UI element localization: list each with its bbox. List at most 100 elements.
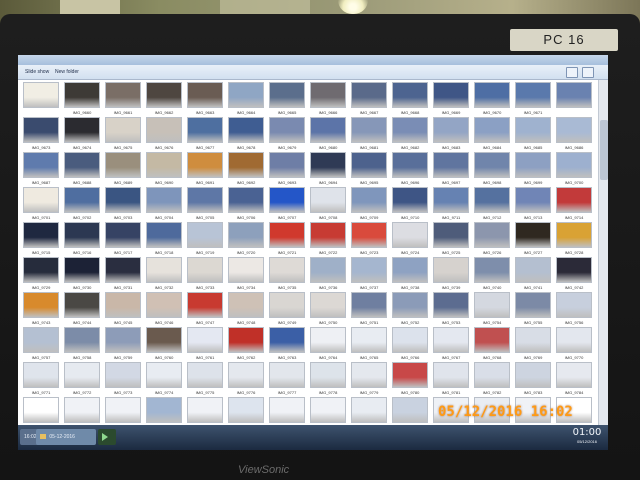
photo-thumbnail[interactable]: IMG_9729 — [21, 257, 61, 293]
taskbar-item-folder[interactable]: 05-12-2016 — [36, 429, 96, 445]
photo-thumbnail[interactable]: IMG_9717 — [103, 222, 143, 258]
photo-thumbnail[interactable]: IMG_9660 — [62, 82, 102, 118]
photo-thumbnail[interactable]: IMG_9774 — [144, 362, 184, 398]
photo-thumbnail[interactable]: IMG_9734 — [226, 257, 266, 293]
help-icon[interactable] — [582, 67, 594, 78]
photo-thumbnail[interactable]: IMG_9708 — [308, 187, 348, 223]
photo-thumbnail[interactable]: IMG_9749 — [267, 292, 307, 328]
photo-thumbnail[interactable]: IMG_9671 — [513, 82, 553, 118]
photo-thumbnail[interactable]: IMG_9674 — [62, 117, 102, 153]
taskbar-clock[interactable]: 01:00 05/12/2016 — [569, 427, 605, 447]
photo-thumbnail[interactable]: IMG_9750 — [308, 292, 348, 328]
vertical-scrollbar[interactable] — [598, 80, 608, 425]
photo-thumbnail[interactable]: IMG_9752 — [390, 292, 430, 328]
photo-thumbnail[interactable]: IMG_9698 — [472, 152, 512, 188]
photo-thumbnail[interactable]: IMG_9738 — [390, 257, 430, 293]
photo-thumbnail[interactable]: IMG_9662 — [144, 82, 184, 118]
photo-thumbnail[interactable] — [103, 397, 143, 425]
photo-thumbnail[interactable]: IMG_9675 — [103, 117, 143, 153]
photo-thumbnail[interactable] — [62, 397, 102, 425]
photo-thumbnail[interactable]: IMG_9700 — [554, 152, 594, 188]
photo-thumbnail[interactable]: IMG_9766 — [390, 327, 430, 363]
photo-thumbnail[interactable]: IMG_9686 — [554, 117, 594, 153]
photo-thumbnail[interactable]: IMG_9663 — [185, 82, 225, 118]
photo-thumbnail[interactable]: IMG_9676 — [144, 117, 184, 153]
photo-thumbnail[interactable]: IMG_9767 — [431, 327, 471, 363]
photo-thumbnail[interactable]: IMG_9747 — [185, 292, 225, 328]
photo-thumbnail[interactable]: IMG_9720 — [226, 222, 266, 258]
photo-thumbnail[interactable]: IMG_9742 — [554, 257, 594, 293]
photo-thumbnail[interactable]: IMG_9739 — [431, 257, 471, 293]
photo-thumbnail[interactable]: IMG_9746 — [144, 292, 184, 328]
photo-thumbnail[interactable]: IMG_9783 — [513, 362, 553, 398]
photo-thumbnail[interactable] — [308, 397, 348, 425]
photo-thumbnail[interactable]: IMG_9699 — [513, 152, 553, 188]
photo-thumbnail[interactable]: IMG_9776 — [226, 362, 266, 398]
photo-thumbnail[interactable]: IMG_9751 — [349, 292, 389, 328]
photo-thumbnail[interactable]: IMG_9728 — [554, 222, 594, 258]
photo-thumbnail[interactable]: IMG_9701 — [21, 187, 61, 223]
photo-thumbnail[interactable]: IMG_9744 — [62, 292, 102, 328]
photo-thumbnail[interactable] — [21, 397, 61, 425]
photo-thumbnail[interactable]: IMG_9680 — [308, 117, 348, 153]
photo-thumbnail[interactable]: IMG_9755 — [513, 292, 553, 328]
photo-thumbnail[interactable]: IMG_9681 — [349, 117, 389, 153]
photo-thumbnail[interactable]: IMG_9664 — [226, 82, 266, 118]
photo-thumbnail[interactable]: IMG_9735 — [267, 257, 307, 293]
photo-thumbnail[interactable]: IMG_9772 — [62, 362, 102, 398]
photo-thumbnail[interactable]: IMG_9707 — [267, 187, 307, 223]
photo-thumbnail[interactable]: IMG_9722 — [308, 222, 348, 258]
photo-thumbnail[interactable]: IMG_9697 — [431, 152, 471, 188]
photo-thumbnail[interactable]: IMG_9690 — [144, 152, 184, 188]
photo-thumbnail[interactable] — [144, 397, 184, 425]
photo-thumbnail[interactable]: IMG_9704 — [144, 187, 184, 223]
photo-thumbnail[interactable]: IMG_9741 — [513, 257, 553, 293]
photo-thumbnail[interactable]: IMG_9705 — [185, 187, 225, 223]
photo-thumbnail[interactable]: IMG_9764 — [308, 327, 348, 363]
photo-thumbnail[interactable]: IMG_9727 — [513, 222, 553, 258]
photo-thumbnail[interactable]: IMG_9723 — [349, 222, 389, 258]
photo-thumbnail[interactable]: IMG_9777 — [267, 362, 307, 398]
photo-thumbnail[interactable]: IMG_9682 — [390, 117, 430, 153]
photo-thumbnail[interactable]: IMG_9703 — [103, 187, 143, 223]
photo-thumbnail[interactable]: IMG_9730 — [62, 257, 102, 293]
photo-thumbnail[interactable]: IMG_9712 — [472, 187, 512, 223]
photo-thumbnail[interactable]: IMG_9756 — [554, 292, 594, 328]
photo-thumbnail[interactable]: IMG_9716 — [62, 222, 102, 258]
photo-thumbnail[interactable]: IMG_9759 — [103, 327, 143, 363]
photo-thumbnail[interactable]: IMG_9666 — [308, 82, 348, 118]
photo-thumbnail[interactable] — [349, 397, 389, 425]
photo-thumbnail[interactable]: IMG_9768 — [472, 327, 512, 363]
scrollbar-thumb[interactable] — [600, 120, 608, 180]
photo-thumbnail[interactable]: IMG_9782 — [472, 362, 512, 398]
photo-thumbnail[interactable] — [226, 397, 266, 425]
photo-thumbnail[interactable]: IMG_9743 — [21, 292, 61, 328]
photo-thumbnail[interactable]: IMG_9724 — [390, 222, 430, 258]
photo-thumbnail[interactable]: IMG_9757 — [21, 327, 61, 363]
photo-thumbnail[interactable] — [267, 397, 307, 425]
photo-thumbnail[interactable]: IMG_9695 — [349, 152, 389, 188]
photo-thumbnail[interactable]: IMG_9732 — [144, 257, 184, 293]
photo-thumbnail[interactable]: IMG_9758 — [62, 327, 102, 363]
photo-thumbnail[interactable]: IMG_9670 — [472, 82, 512, 118]
photo-thumbnail[interactable]: IMG_9731 — [103, 257, 143, 293]
photo-thumbnail[interactable]: IMG_9719 — [185, 222, 225, 258]
photo-thumbnail[interactable]: IMG_9684 — [472, 117, 512, 153]
photo-thumbnail[interactable]: IMG_9677 — [185, 117, 225, 153]
photo-thumbnail[interactable]: IMG_9778 — [308, 362, 348, 398]
photo-thumbnail[interactable]: IMG_9748 — [226, 292, 266, 328]
photo-thumbnail[interactable] — [390, 397, 430, 425]
photo-thumbnail[interactable]: IMG_9691 — [185, 152, 225, 188]
photo-thumbnail[interactable]: IMG_9760 — [144, 327, 184, 363]
photo-thumbnail[interactable]: IMG_9721 — [267, 222, 307, 258]
photo-thumbnail[interactable]: IMG_9667 — [349, 82, 389, 118]
photo-thumbnail[interactable]: IMG_9687 — [21, 152, 61, 188]
view-options-icon[interactable] — [566, 67, 578, 78]
photo-thumbnail[interactable]: IMG_9694 — [308, 152, 348, 188]
photo-thumbnail[interactable]: IMG_9678 — [226, 117, 266, 153]
photo-thumbnail[interactable]: IMG_9771 — [21, 362, 61, 398]
photo-thumbnail[interactable]: IMG_9779 — [349, 362, 389, 398]
photo-thumbnail[interactable] — [554, 82, 594, 118]
photo-thumbnail[interactable]: IMG_9715 — [21, 222, 61, 258]
photo-thumbnail[interactable]: IMG_9713 — [513, 187, 553, 223]
